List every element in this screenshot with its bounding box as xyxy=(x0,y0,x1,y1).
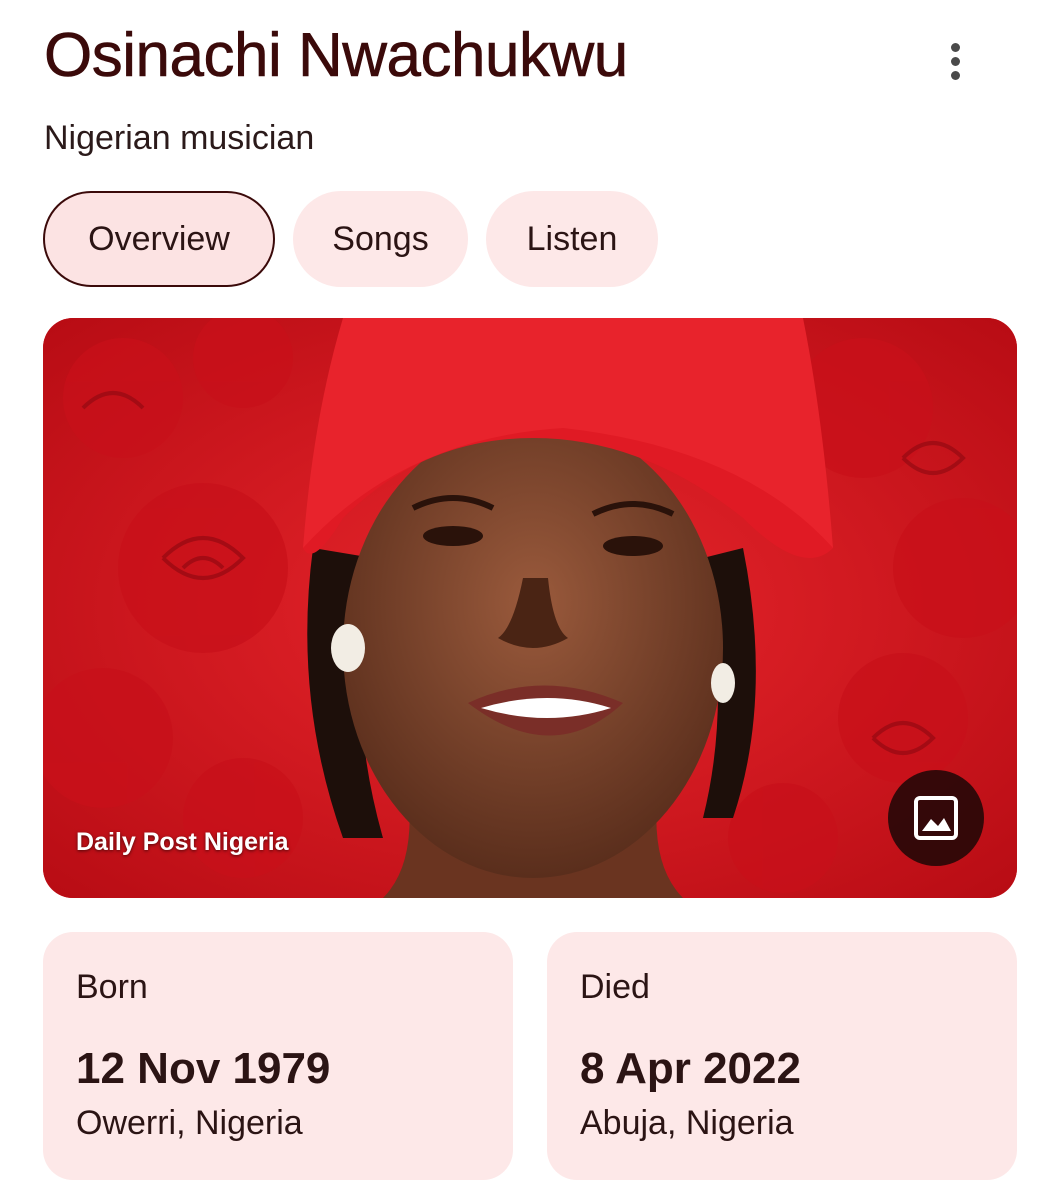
born-label: Born xyxy=(76,968,148,1006)
more-vert-icon xyxy=(950,42,960,52)
view-images-button[interactable] xyxy=(888,770,984,866)
born-card[interactable]: Born 12 Nov 1979 Owerri, Nigeria xyxy=(43,932,513,1180)
image-icon xyxy=(914,796,958,840)
more-options-button[interactable] xyxy=(930,36,980,86)
born-date: 12 Nov 1979 xyxy=(76,1044,331,1093)
hero-image[interactable]: Daily Post Nigeria xyxy=(43,318,1017,898)
portrait-photo xyxy=(43,318,1017,898)
died-label: Died xyxy=(580,968,650,1006)
died-place: Abuja, Nigeria xyxy=(580,1104,794,1142)
tab-songs[interactable]: Songs xyxy=(293,191,468,287)
page-title: Osinachi Nwachukwu xyxy=(44,21,629,91)
tab-listen[interactable]: Listen xyxy=(486,191,658,287)
died-date: 8 Apr 2022 xyxy=(580,1044,801,1093)
tab-overview[interactable]: Overview xyxy=(43,191,275,287)
born-place: Owerri, Nigeria xyxy=(76,1104,303,1142)
tab-bar: Overview Songs Listen xyxy=(43,191,658,287)
image-source-caption[interactable]: Daily Post Nigeria xyxy=(76,828,289,857)
died-card[interactable]: Died 8 Apr 2022 Abuja, Nigeria xyxy=(547,932,1017,1180)
page-subtitle: Nigerian musician xyxy=(44,119,315,157)
